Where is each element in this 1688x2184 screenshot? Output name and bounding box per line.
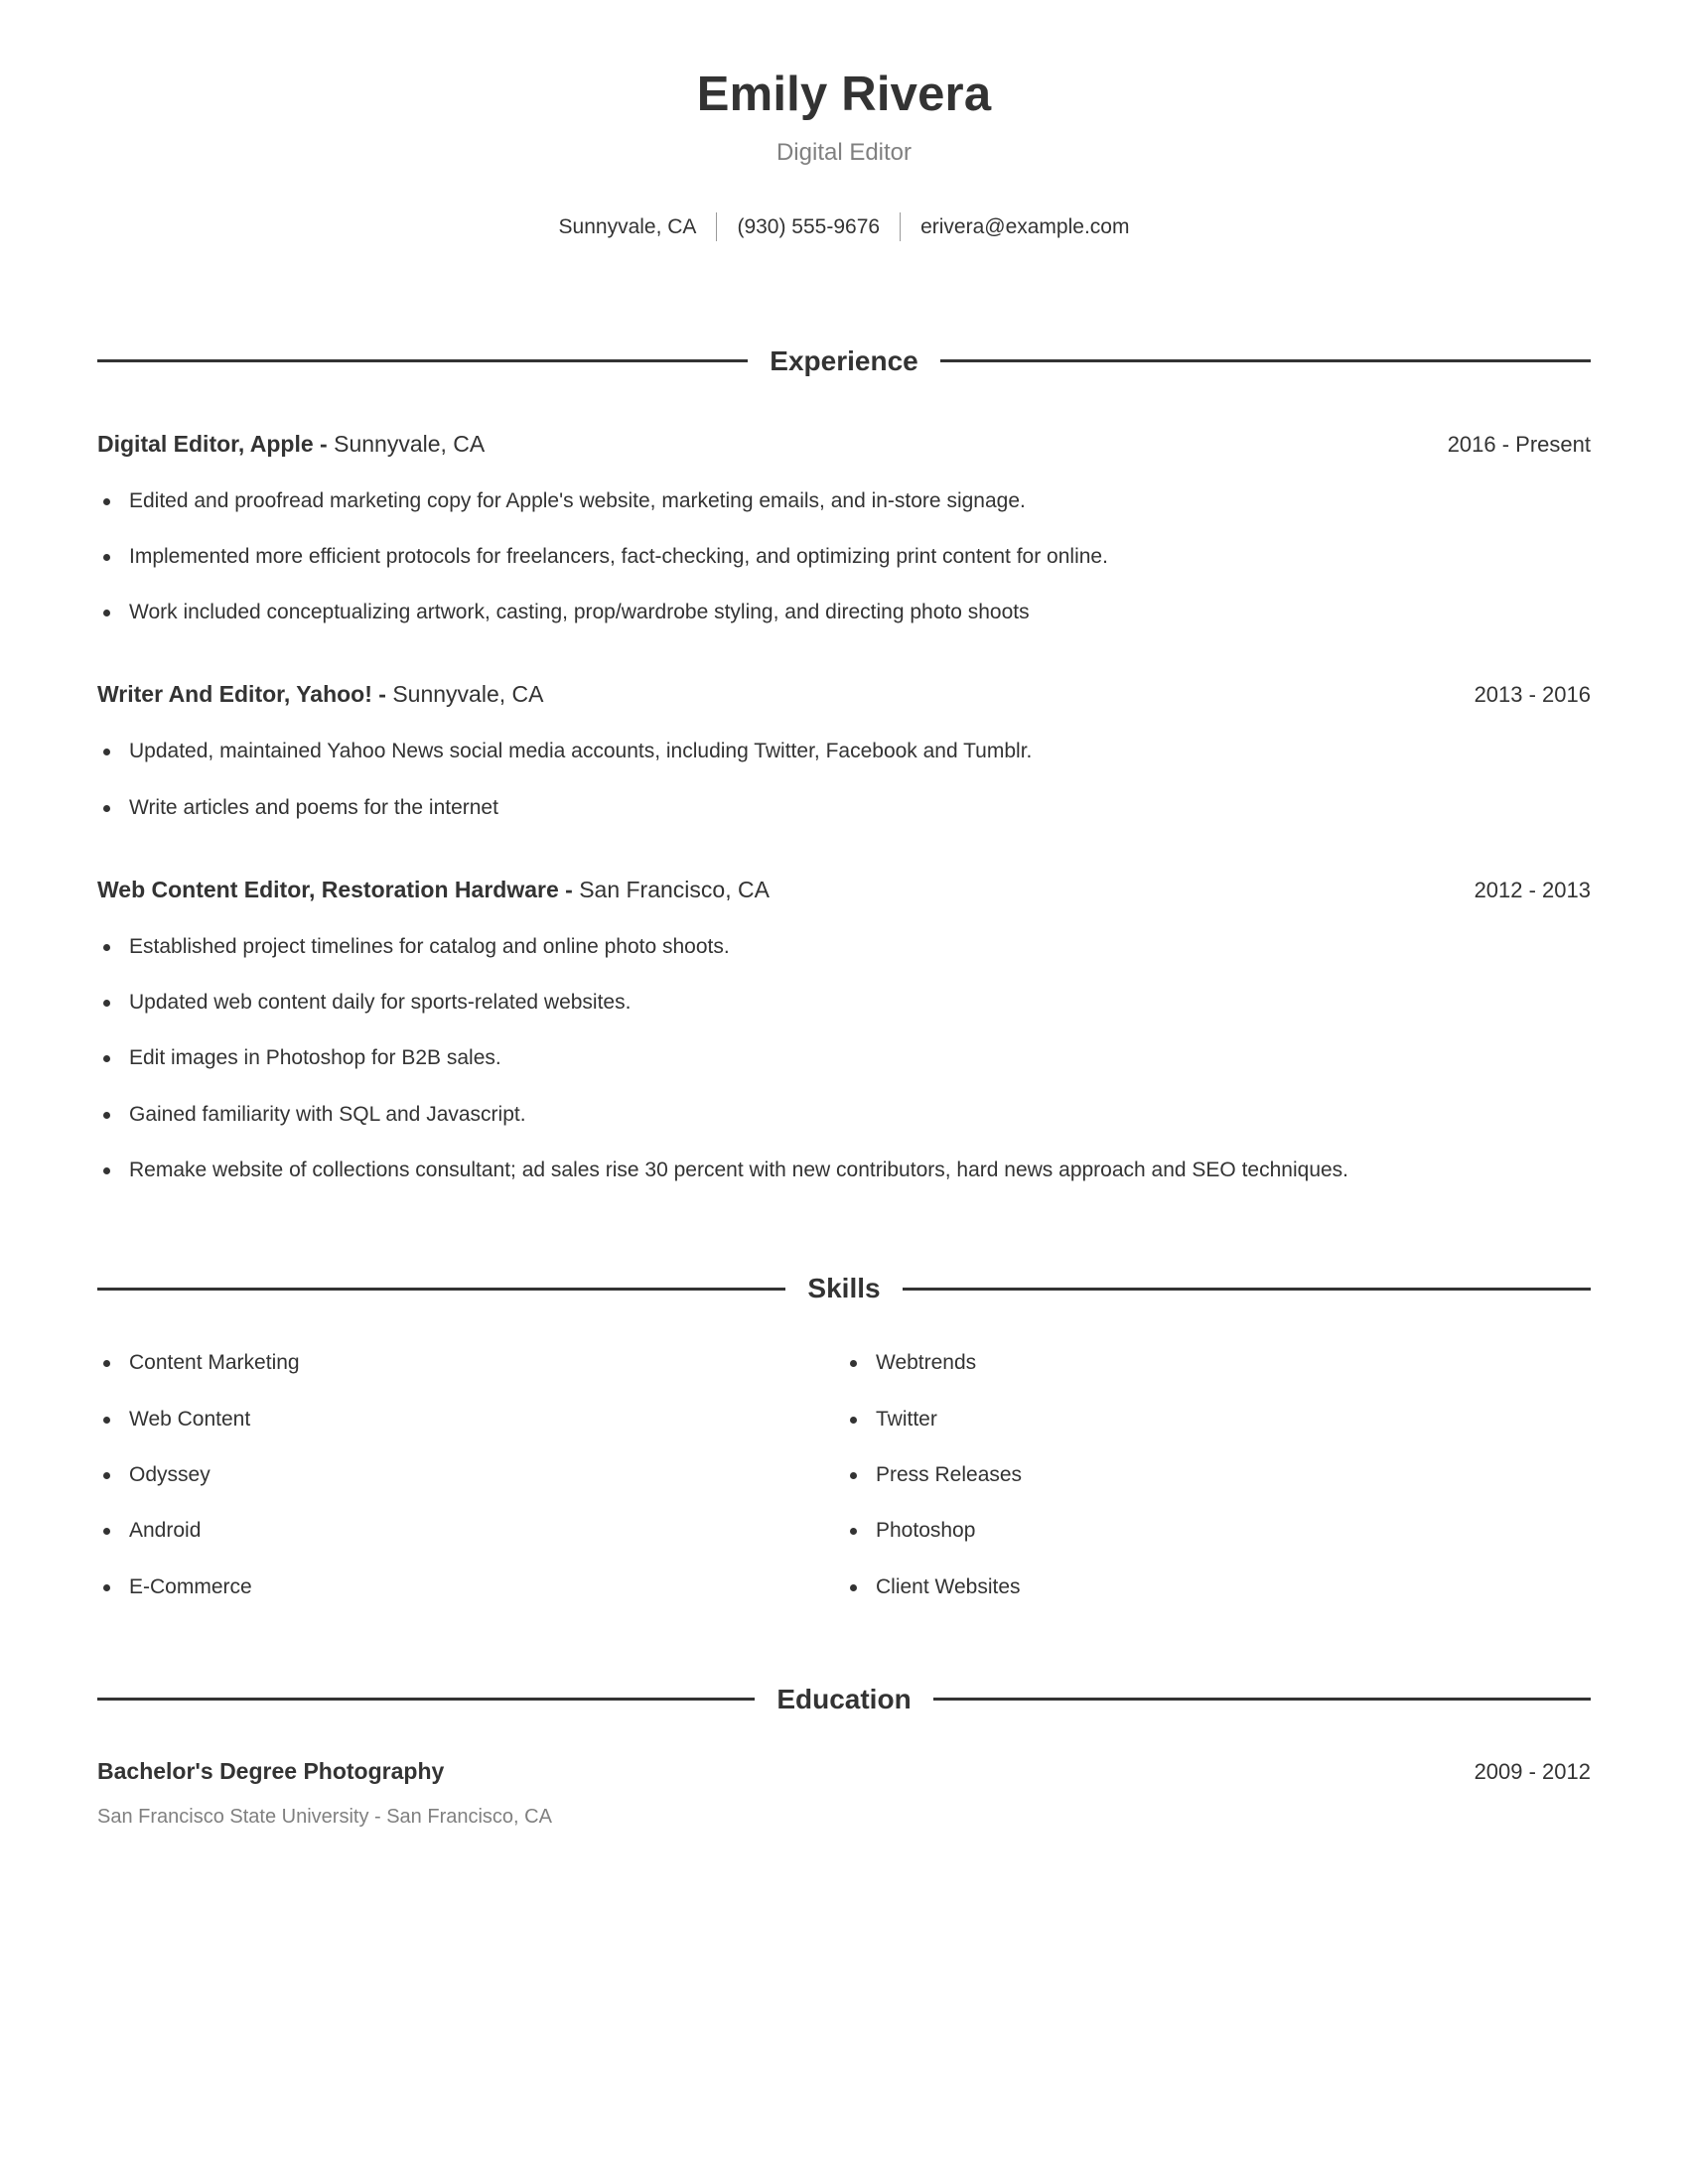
experience-entry: Digital Editor, Apple - Sunnyvale, CA 20… xyxy=(97,430,1591,626)
list-item: Photoshop xyxy=(844,1517,1591,1544)
list-item: Webtrends xyxy=(844,1349,1591,1376)
candidate-title: Digital Editor xyxy=(775,138,913,166)
entry-head: Writer And Editor, Yahoo! - Sunnyvale, C… xyxy=(97,680,1591,710)
resume-header: Emily Rivera Digital Editor Sunnyvale, C… xyxy=(97,0,1591,241)
experience-entry: Writer And Editor, Yahoo! - Sunnyvale, C… xyxy=(97,680,1591,820)
list-item: Implemented more efficient protocols for… xyxy=(97,543,1591,570)
list-item: Edited and proofread marketing copy for … xyxy=(97,487,1591,514)
list-item: Twitter xyxy=(844,1406,1591,1433)
section-rule-left xyxy=(97,359,749,363)
list-item: Edit images in Photoshop for B2B sales. xyxy=(97,1044,1591,1071)
contact-separator-icon xyxy=(716,211,718,241)
education-dates: 2009 - 2012 xyxy=(1474,1758,1591,1784)
contact-phone: (930) 555-9676 xyxy=(737,214,881,238)
skills-list-right: Webtrends Twitter Press Releases Photosh… xyxy=(844,1349,1591,1599)
entry-title: Writer And Editor, Yahoo! - Sunnyvale, C… xyxy=(97,680,543,710)
skills-heading: Skills xyxy=(807,1273,881,1304)
skills-columns: Content Marketing Web Content Odyssey An… xyxy=(97,1320,1591,1599)
entry-head: Web Content Editor, Restoration Hardware… xyxy=(97,876,1591,905)
contact-location: Sunnyvale, CA xyxy=(558,214,697,238)
entry-bullet-list: Updated, maintained Yahoo News social me… xyxy=(97,738,1591,821)
skills-list-left: Content Marketing Web Content Odyssey An… xyxy=(97,1349,844,1599)
contact-email: erivera@example.com xyxy=(920,214,1130,238)
entry-head: Bachelor's Degree Photography 2009 - 201… xyxy=(97,1757,1591,1787)
entry-location: Sunnyvale, CA xyxy=(392,681,544,708)
section-rule-right xyxy=(902,1287,1592,1291)
section-rule-right xyxy=(932,1698,1591,1702)
list-item: Established project timelines for catalo… xyxy=(97,933,1591,960)
entry-head: Digital Editor, Apple - Sunnyvale, CA 20… xyxy=(97,430,1591,460)
entry-location: Sunnyvale, CA xyxy=(334,430,486,457)
experience-entries: Digital Editor, Apple - Sunnyvale, CA 20… xyxy=(97,430,1591,1184)
resume-page: Emily Rivera Digital Editor Sunnyvale, C… xyxy=(0,0,1688,2184)
list-item: Work included conceptualizing artwork, c… xyxy=(97,599,1591,625)
experience-entry: Web Content Editor, Restoration Hardware… xyxy=(97,876,1591,1183)
education-degree: Bachelor's Degree Photography xyxy=(97,1757,445,1784)
entry-bullet-list: Established project timelines for catalo… xyxy=(97,933,1591,1183)
entry-role: Web Content Editor, Restoration Hardware… xyxy=(97,876,580,902)
list-item: Client Websites xyxy=(844,1573,1591,1600)
contact-separator-icon xyxy=(900,211,902,241)
list-item: Updated, maintained Yahoo News social me… xyxy=(97,738,1591,764)
list-item: Remake website of collections consultant… xyxy=(97,1157,1591,1183)
list-item: Content Marketing xyxy=(97,1349,844,1376)
education-section: Education Bachelor's Degree Photography … xyxy=(97,1683,1591,1830)
entry-role: Writer And Editor, Yahoo! - xyxy=(97,681,393,708)
entry-title: Web Content Editor, Restoration Hardware… xyxy=(97,876,770,905)
list-item: Web Content xyxy=(97,1406,844,1433)
entry-dates: 2012 - 2013 xyxy=(1474,877,1591,902)
skills-column-right: Webtrends Twitter Press Releases Photosh… xyxy=(844,1320,1591,1599)
entry-role: Digital Editor, Apple - xyxy=(97,430,335,457)
skills-section-head: Skills xyxy=(97,1273,1592,1304)
list-item: E-Commerce xyxy=(97,1573,844,1600)
section-rule-left xyxy=(97,1698,756,1702)
education-section-head: Education xyxy=(97,1683,1591,1714)
contact-line: Sunnyvale, CA (930) 555-9676 erivera@exa… xyxy=(97,211,1591,241)
candidate-name: Emily Rivera xyxy=(696,68,992,121)
experience-section-head: Experience xyxy=(97,344,1592,376)
entry-title: Digital Editor, Apple - Sunnyvale, CA xyxy=(97,430,485,460)
education-entry: Bachelor's Degree Photography 2009 - 201… xyxy=(97,1757,1591,1830)
list-item: Android xyxy=(97,1517,844,1544)
entry-dates: 2013 - 2016 xyxy=(1474,682,1591,708)
education-school: San Francisco State University - San Fra… xyxy=(97,1805,552,1828)
entry-dates: 2016 - Present xyxy=(1447,431,1591,457)
list-item: Updated web content daily for sports-rel… xyxy=(97,989,1591,1016)
list-item: Press Releases xyxy=(844,1461,1591,1488)
entry-bullet-list: Edited and proofread marketing copy for … xyxy=(97,487,1591,626)
list-item: Gained familiarity with SQL and Javascri… xyxy=(97,1101,1591,1128)
entry-location: San Francisco, CA xyxy=(579,876,770,902)
section-rule-left xyxy=(97,1287,786,1291)
experience-section: Experience Digital Editor, Apple - Sunny… xyxy=(97,344,1592,1184)
skills-column-left: Content Marketing Web Content Odyssey An… xyxy=(97,1320,844,1599)
experience-heading: Experience xyxy=(770,344,918,376)
section-rule-right xyxy=(939,359,1592,363)
list-item: Odyssey xyxy=(97,1461,844,1488)
skills-section: Skills Content Marketing Web Content Ody… xyxy=(97,1273,1592,1599)
education-heading: Education xyxy=(776,1683,912,1714)
list-item: Write articles and poems for the interne… xyxy=(97,794,1591,821)
